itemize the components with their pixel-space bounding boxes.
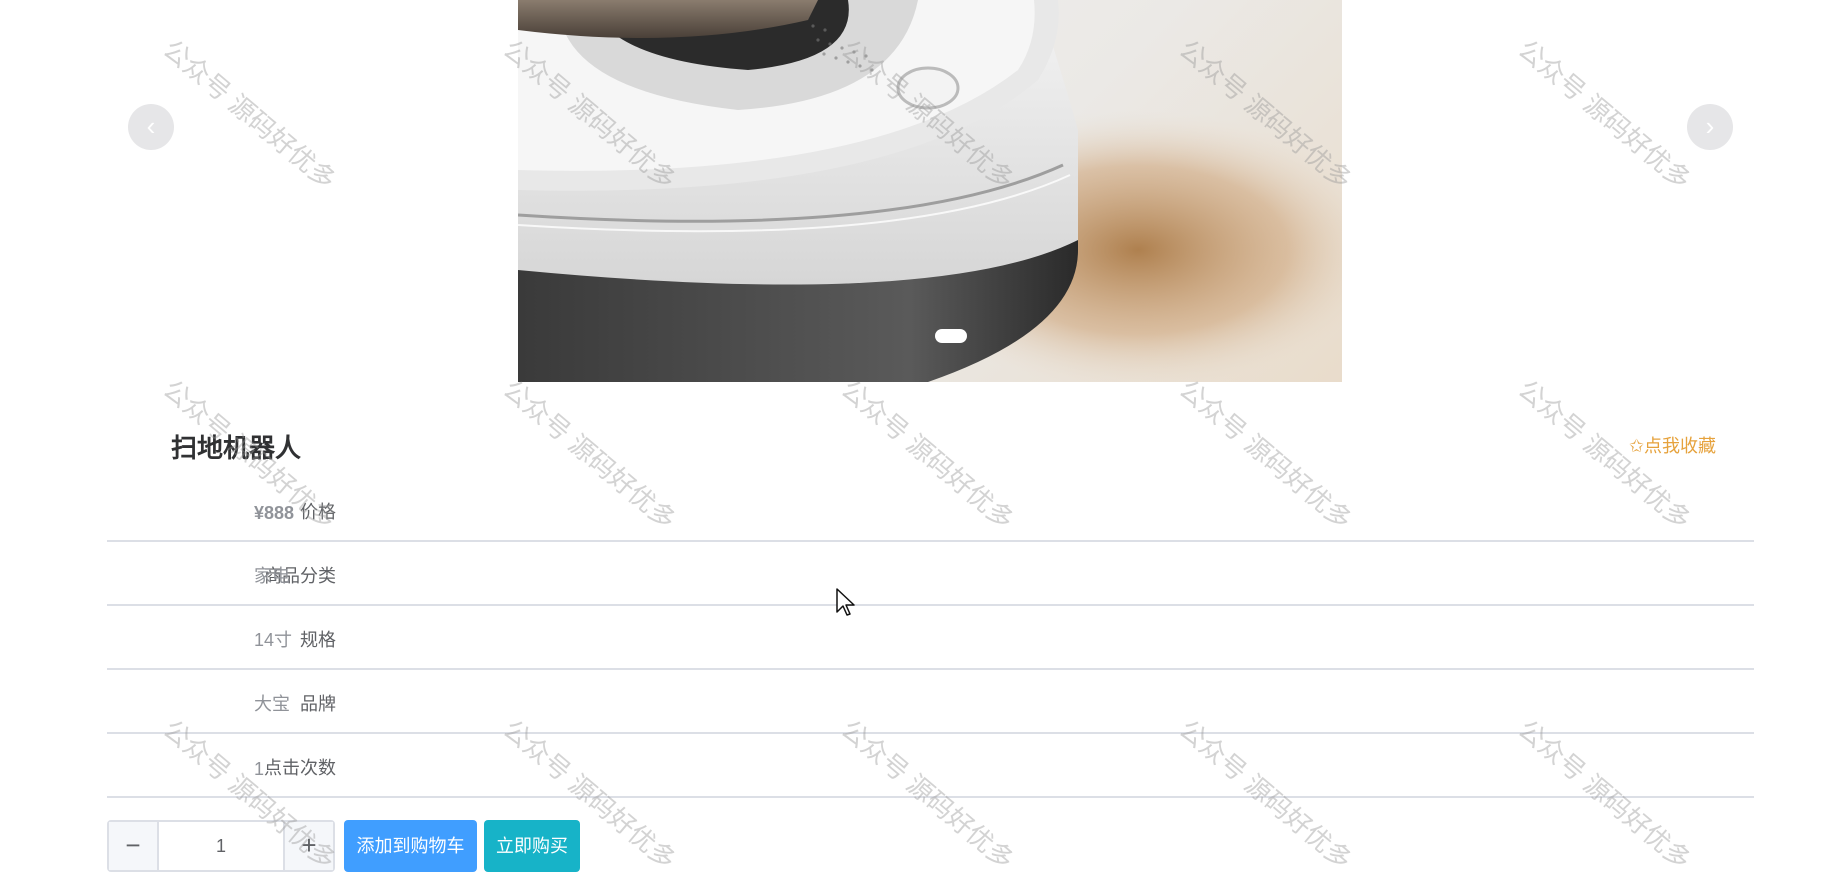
detail-row-spec: 规格 14寸 (107, 606, 1754, 670)
carousel-prev-button[interactable]: ‹ (128, 104, 174, 150)
decrease-quantity-button[interactable]: − (109, 822, 159, 870)
price-label: 价格 (300, 502, 336, 522)
spec-value: 14寸 (254, 630, 293, 650)
add-to-cart-button[interactable]: 添加到购物车 (344, 820, 477, 872)
plus-icon: + (301, 830, 317, 860)
carousel-indicator[interactable] (935, 329, 967, 343)
chevron-right-icon: › (1705, 111, 1715, 141)
detail-row-brand: 品牌 大宝 (107, 670, 1754, 734)
minus-icon: − (125, 830, 141, 860)
carousel-next-button[interactable]: › (1687, 104, 1733, 150)
category-value: 家电 (254, 566, 290, 586)
chevron-left-icon: ‹ (146, 111, 156, 141)
detail-row-clicks: 点击次数 1 (107, 734, 1754, 798)
product-image (518, 0, 1342, 382)
price-value: ¥888 (254, 503, 295, 523)
spec-label: 规格 (300, 630, 336, 650)
buy-now-button[interactable]: 立即购买 (484, 820, 580, 872)
detail-row-price: 价格 ¥888 (107, 478, 1754, 542)
product-image-carousel[interactable]: ‹ › (0, 0, 1838, 382)
product-title-row: 扫地机器人 ✩点我收藏 (107, 420, 1754, 466)
increase-quantity-button[interactable]: + (283, 822, 333, 870)
product-title: 扫地机器人 (171, 433, 302, 463)
quantity-stepper[interactable]: − + (107, 820, 335, 872)
mouse-cursor-icon (836, 588, 855, 616)
robot-vacuum-image (518, 0, 1342, 382)
favorite-button[interactable]: ✩点我收藏 (1629, 432, 1716, 458)
brand-value: 大宝 (254, 694, 290, 714)
quantity-input[interactable] (161, 822, 281, 870)
brand-label: 品牌 (300, 694, 336, 714)
clicks-value: 1 (254, 759, 265, 779)
clicks-label: 点击次数 (264, 758, 336, 778)
detail-row-category: 商品分类 家电 (107, 542, 1754, 606)
